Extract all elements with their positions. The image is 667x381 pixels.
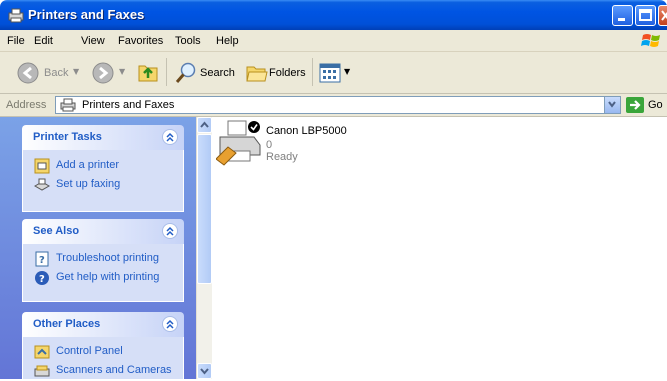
toolbar-separator [166, 58, 167, 86]
printer-item[interactable]: Canon LBP5000 0 Ready [216, 119, 366, 169]
scroll-down-button[interactable] [197, 363, 212, 379]
go-button[interactable]: Go [648, 99, 663, 111]
toolbar-separator [312, 58, 313, 86]
minimize-icon [618, 18, 625, 21]
collapse-button[interactable] [162, 223, 178, 239]
printer-job-count: 0 [266, 139, 273, 151]
see-also-panel: See Also ? Troubleshoot printing ? Get h… [22, 219, 184, 302]
address-value: Printers and Faxes [82, 99, 175, 111]
add-printer-icon [34, 158, 50, 174]
chevron-down-icon [608, 101, 616, 108]
task-label: Set up faxing [56, 178, 121, 190]
task-setup-faxing[interactable]: Set up faxing [33, 177, 120, 196]
help-book-icon: ? [35, 251, 49, 267]
minimize-button[interactable] [612, 5, 633, 26]
up-folder-icon[interactable] [136, 60, 160, 84]
menu-edit[interactable]: Edit [34, 35, 53, 47]
panel-title: See Also [33, 225, 80, 237]
task-pane: Printer Tasks Add a printer Set up faxin… [0, 117, 196, 379]
printer-folder-icon [8, 8, 24, 23]
window-title: Printers and Faxes [28, 7, 145, 22]
see-also-header[interactable]: See Also [22, 219, 184, 244]
printer-status: Ready [266, 151, 298, 163]
task-label: Add a printer [56, 159, 119, 171]
views-dropdown-icon[interactable]: ▼ [344, 67, 350, 76]
printer-tasks-body: Add a printer Set up faxing [22, 150, 184, 212]
other-places-header[interactable]: Other Places [22, 312, 184, 337]
printer-name: Canon LBP5000 [266, 125, 347, 137]
other-places-body: Control Panel Scanners and Cameras [22, 337, 184, 379]
maximize-button[interactable] [635, 5, 656, 26]
menu-view[interactable]: View [81, 35, 105, 47]
panel-title: Printer Tasks [33, 131, 102, 143]
task-get-help-printing[interactable]: ? Get help with printing [34, 270, 159, 289]
back-arrow-icon[interactable] [17, 62, 39, 84]
arrow-up-icon [200, 121, 209, 128]
control-panel-icon [34, 345, 50, 359]
chevron-up-icon [166, 132, 174, 142]
task-add-printer[interactable]: Add a printer [34, 158, 119, 177]
printer-tasks-header[interactable]: Printer Tasks [22, 125, 184, 150]
folders-icon[interactable] [245, 61, 269, 85]
printers-list: Canon LBP5000 0 Ready [212, 117, 667, 379]
task-troubleshoot-printing[interactable]: ? Troubleshoot printing [34, 251, 159, 270]
forward-arrow-icon[interactable] [92, 62, 114, 84]
folders-button[interactable]: Folders [269, 67, 306, 79]
address-bar: Address Printers and Faxes Go [0, 94, 667, 117]
panel-title: Other Places [33, 318, 101, 330]
windows-logo-icon [641, 34, 660, 47]
task-label: Control Panel [56, 345, 123, 357]
collapse-button[interactable] [162, 316, 178, 332]
scanner-icon [34, 365, 50, 377]
title-bar[interactable]: Printers and Faxes [0, 0, 667, 30]
chevron-up-icon [166, 226, 174, 236]
back-button[interactable]: Back [44, 67, 68, 79]
search-button[interactable]: Search [200, 67, 235, 79]
toolbar: Back ▼ ▼ Search Folders ▼ [0, 52, 667, 94]
printer-icon [216, 120, 261, 166]
scroll-thumb[interactable] [197, 134, 212, 284]
maximize-icon [639, 9, 652, 21]
address-dropdown-button[interactable] [604, 97, 620, 113]
collapse-button[interactable] [162, 129, 178, 145]
menu-help[interactable]: Help [216, 35, 239, 47]
go-arrow-icon[interactable] [626, 97, 644, 113]
see-also-body: ? Troubleshoot printing ? Get help with … [22, 244, 184, 302]
scroll-up-button[interactable] [197, 117, 212, 133]
menu-bar: File Edit View Favorites Tools Help [0, 30, 667, 52]
close-button[interactable] [658, 5, 667, 26]
printer-folder-icon [60, 98, 76, 112]
place-control-panel[interactable]: Control Panel [34, 344, 123, 363]
forward-dropdown-icon[interactable]: ▼ [119, 67, 125, 76]
task-pane-scrollbar[interactable] [196, 117, 212, 379]
views-icon[interactable] [318, 61, 342, 85]
close-icon [661, 10, 667, 21]
address-field[interactable]: Printers and Faxes [55, 96, 621, 114]
help-circle-icon: ? [35, 271, 49, 285]
search-icon[interactable] [174, 61, 198, 85]
task-label: Scanners and Cameras [56, 364, 172, 376]
menu-file[interactable]: File [7, 35, 25, 47]
menu-favorites[interactable]: Favorites [118, 35, 163, 47]
fax-icon [33, 178, 51, 191]
svg-text:?: ? [39, 274, 45, 285]
task-label: Troubleshoot printing [56, 252, 159, 264]
arrow-down-icon [200, 368, 209, 375]
chevron-up-icon [166, 319, 174, 329]
place-scanners-cameras[interactable]: Scanners and Cameras [34, 363, 172, 379]
back-dropdown-icon[interactable]: ▼ [73, 67, 79, 76]
svg-text:?: ? [39, 255, 45, 266]
task-label: Get help with printing [56, 271, 160, 283]
address-label: Address [6, 99, 47, 111]
printer-tasks-panel: Printer Tasks Add a printer Set up faxin… [22, 125, 184, 212]
menu-tools[interactable]: Tools [175, 35, 201, 47]
other-places-panel: Other Places Control Panel Scanners and … [22, 312, 184, 379]
